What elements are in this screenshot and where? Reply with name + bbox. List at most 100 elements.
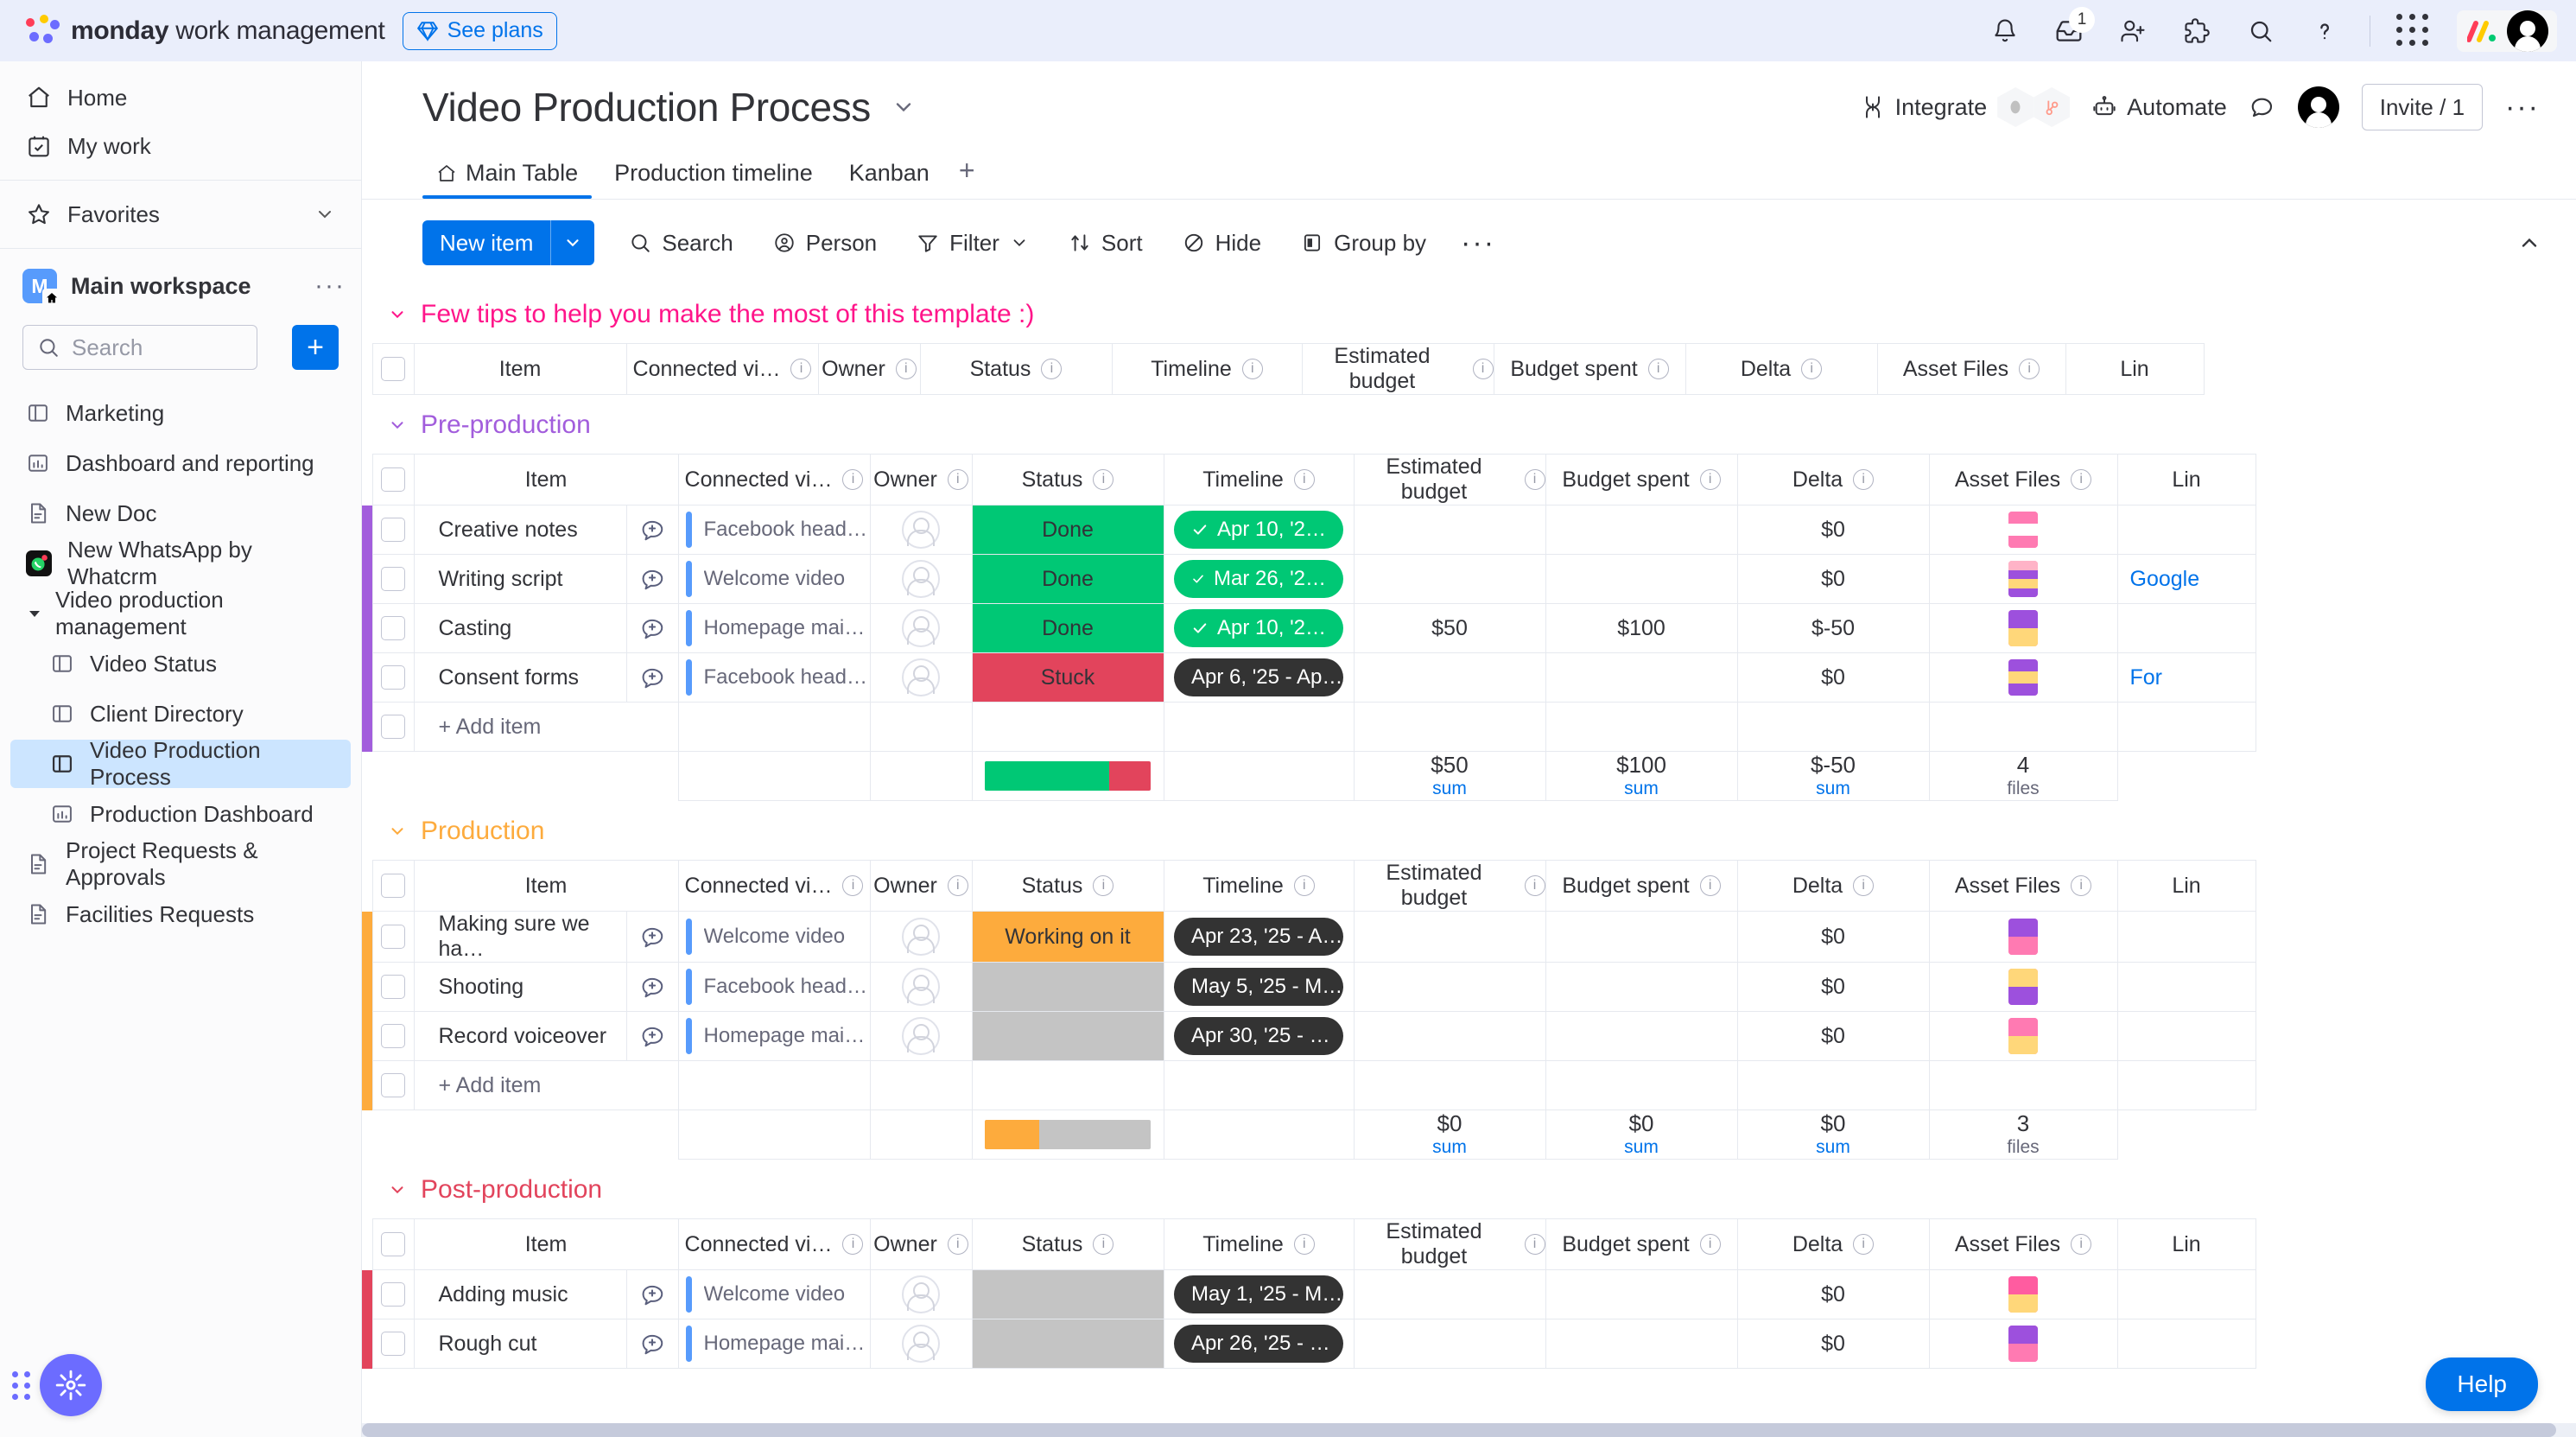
toolbar-overflow-button[interactable]: ···	[1461, 226, 1495, 260]
column-info-icon[interactable]: i	[1647, 359, 1669, 379]
cell-conversation[interactable]	[625, 652, 679, 703]
avatar[interactable]	[902, 609, 940, 647]
column-info-icon[interactable]: i	[1093, 875, 1114, 896]
cell-connected-video[interactable]: Welcome video	[677, 911, 871, 963]
cell-conversation[interactable]	[625, 1319, 679, 1369]
sidebar-search[interactable]	[22, 325, 257, 370]
column-header-estimated-budget[interactable]: Estimated budget i	[1353, 860, 1546, 912]
add-board-button[interactable]: +	[292, 325, 339, 370]
column-header-lin[interactable]: Lin	[2116, 1218, 2256, 1270]
column-info-icon[interactable]: i	[1524, 1234, 1545, 1255]
drag-handle-icon[interactable]	[12, 1370, 31, 1400]
select-all-checkbox[interactable]	[381, 357, 405, 381]
column-info-icon[interactable]: i	[842, 1234, 864, 1255]
column-info-icon[interactable]: i	[1853, 469, 1875, 490]
cell-owner[interactable]	[869, 505, 973, 555]
cell-asset-files[interactable]	[1928, 505, 2118, 555]
table-row[interactable]: Record voiceover Homepage mai… Apr 30, '25…	[362, 1011, 2256, 1061]
column-header-budget-spent[interactable]: Budget spent i	[1493, 343, 1686, 395]
timeline-pill[interactable]: Apr 23, '25 - A…	[1174, 918, 1343, 956]
row-checkbox[interactable]	[381, 567, 405, 591]
row-checkbox[interactable]	[381, 616, 405, 640]
cell-owner[interactable]	[869, 911, 973, 963]
group-title-row[interactable]: Post-production	[362, 1160, 2576, 1218]
cell-estimated-budget[interactable]	[1353, 1011, 1546, 1061]
row-checkbox[interactable]	[381, 975, 405, 999]
column-info-icon[interactable]: i	[1524, 469, 1545, 490]
column-info-icon[interactable]: i	[1801, 359, 1823, 379]
cell-link[interactable]: For	[2116, 652, 2256, 703]
column-info-icon[interactable]: i	[1699, 875, 1721, 896]
brand-logo[interactable]: monday work management	[22, 13, 385, 49]
conversation-icon[interactable]	[627, 974, 678, 1000]
column-info-icon[interactable]: i	[1853, 1234, 1875, 1255]
cell-item[interactable]: Writing script	[413, 554, 627, 604]
cell-asset-files[interactable]	[1928, 603, 2118, 653]
column-header-status[interactable]: Status i	[971, 860, 1164, 912]
cell-conversation[interactable]	[625, 1011, 679, 1061]
cell-budget-spent[interactable]	[1545, 1319, 1738, 1369]
cell-budget-spent[interactable]	[1545, 554, 1738, 604]
column-header-budget-spent[interactable]: Budget spent i	[1545, 860, 1738, 912]
column-header-delta[interactable]: Delta i	[1685, 343, 1878, 395]
search-button[interactable]: Search	[624, 222, 738, 264]
cell-timeline[interactable]: Apr 30, '25 - …	[1163, 1011, 1355, 1061]
column-info-icon[interactable]: i	[1524, 875, 1545, 896]
cell-conversation[interactable]	[625, 505, 679, 555]
cell-asset-files[interactable]	[1928, 1269, 2118, 1319]
column-header-lin[interactable]: Lin	[2116, 454, 2256, 505]
sidebar-item-favorites[interactable]: Favorites	[10, 190, 351, 238]
cell-item[interactable]: Rough cut	[413, 1319, 627, 1369]
column-header-asset-files[interactable]: Asset Files i	[1928, 1218, 2118, 1270]
asset-file-thumbnail[interactable]	[2008, 919, 2038, 955]
cell-timeline[interactable]: Apr 6, '25 - Ap…	[1163, 652, 1355, 703]
sidebar-item-my-work[interactable]: My work	[10, 122, 351, 170]
cell-owner[interactable]	[869, 1269, 973, 1319]
invite-members-icon[interactable]	[2114, 12, 2152, 50]
product-switcher-button[interactable]	[2457, 10, 2557, 52]
sidebar-item-new-whatsapp[interactable]: New WhatsApp by Whatcrm	[10, 537, 351, 589]
cell-timeline[interactable]: May 5, '25 - M…	[1163, 962, 1355, 1012]
cell-connected-video[interactable]: Homepage mai…	[677, 1011, 871, 1061]
cell-connected-video[interactable]: Welcome video	[677, 554, 871, 604]
add-item-button[interactable]: + Add item	[413, 1060, 679, 1110]
column-header-asset-files[interactable]: Asset Files i	[1876, 343, 2066, 395]
integrate-button[interactable]: Integrate	[1861, 87, 2071, 127]
chevron-down-icon[interactable]	[388, 416, 407, 435]
column-info-icon[interactable]: i	[1699, 469, 1721, 490]
cell-asset-files[interactable]	[1928, 911, 2118, 963]
cell-item[interactable]: Adding music	[413, 1269, 627, 1319]
timeline-pill[interactable]: Apr 26, '25 - …	[1174, 1325, 1343, 1363]
hide-button[interactable]: Hide	[1177, 222, 1266, 264]
chevron-down-icon[interactable]	[26, 605, 43, 622]
timeline-pill[interactable]: May 5, '25 - M…	[1174, 968, 1343, 1006]
help-button[interactable]: Help	[2426, 1358, 2538, 1411]
column-header-connected-vi[interactable]: Connected vi… i	[625, 343, 819, 395]
column-header-estimated-budget[interactable]: Estimated budget i	[1353, 1218, 1546, 1270]
column-info-icon[interactable]: i	[1472, 359, 1494, 379]
column-info-icon[interactable]: i	[790, 359, 812, 379]
group-title-row[interactable]: Few tips to help you make the most of th…	[362, 284, 2576, 343]
column-header-lin[interactable]: Lin	[2065, 343, 2205, 395]
integration-apps[interactable]	[1997, 87, 2071, 127]
cell-timeline[interactable]: Apr 10, '2…	[1163, 505, 1355, 555]
sidebar-item-marketing[interactable]: Marketing	[10, 389, 351, 437]
asset-file-thumbnail[interactable]	[2008, 969, 2038, 1005]
apps-grid-icon[interactable]	[2396, 13, 2431, 48]
workspace-selector[interactable]: M Main workspace ···	[22, 263, 346, 309]
column-info-icon[interactable]: i	[1293, 1234, 1315, 1255]
board-updates-button[interactable]	[2249, 94, 2275, 120]
ai-assistant-button[interactable]	[40, 1354, 102, 1416]
avatar[interactable]	[2507, 10, 2548, 52]
cell-estimated-budget[interactable]	[1353, 652, 1546, 703]
add-view-button[interactable]: +	[952, 155, 989, 199]
avatar[interactable]	[902, 658, 940, 696]
cell-budget-spent[interactable]: $100	[1545, 603, 1738, 653]
column-info-icon[interactable]: i	[947, 875, 968, 896]
cell-link[interactable]	[2116, 1011, 2256, 1061]
row-checkbox[interactable]	[381, 518, 405, 542]
status-badge[interactable]: Done	[971, 603, 1164, 653]
sidebar-item-facilities-requests[interactable]: Facilities Requests	[10, 890, 351, 938]
column-info-icon[interactable]: i	[1293, 875, 1315, 896]
cell-owner[interactable]	[869, 1011, 973, 1061]
